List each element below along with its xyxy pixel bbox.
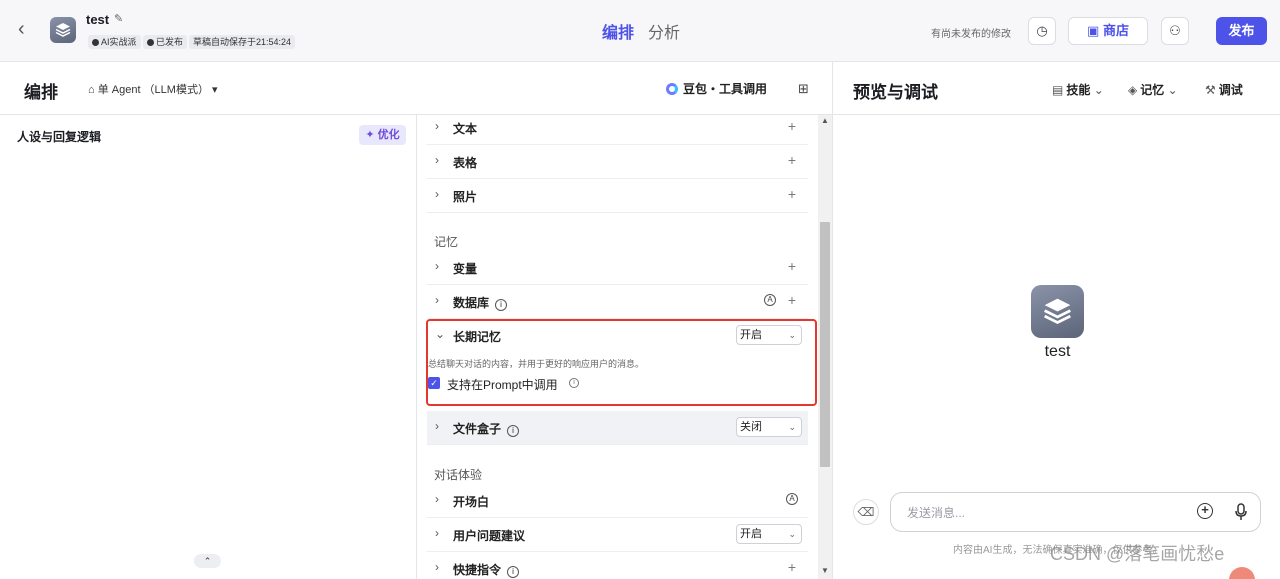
skill-label: 表格 <box>453 156 478 170</box>
skill-row-text[interactable]: › 文本 + <box>427 115 808 145</box>
chevron-right-icon: › <box>435 119 439 133</box>
clear-chat-icon[interactable]: ⌫ <box>853 499 879 525</box>
store-icon: ▣ <box>1087 23 1103 38</box>
skill-row-variables[interactable]: › 变量 + <box>427 251 808 285</box>
bot-avatar[interactable] <box>50 17 76 43</box>
sparkle-icon: ✦ <box>365 129 378 141</box>
preview-title: 预览与调试 <box>853 83 938 102</box>
preview-panel: 预览与调试 ▤技能 ⌄ ◈记忆 ⌄ ⚒调试 test ⌫ + 内容由AI生成，无… <box>832 62 1280 579</box>
bot-title: test <box>1044 343 1071 360</box>
store-button[interactable]: ▣ 商店 <box>1068 17 1148 45</box>
skills-icon: ▤ <box>1052 83 1064 97</box>
auto-icon[interactable]: A <box>764 294 776 306</box>
agent-icon: ⌂ <box>88 84 98 96</box>
skill-label: 文件盒子 i <box>453 420 520 437</box>
published-status-badge: 已发布 <box>143 35 188 49</box>
agent-mode-select[interactable]: ⌂ 单 Agent （LLM模式） ▾ <box>88 81 218 97</box>
grid-layout-icon[interactable]: ⊞ <box>798 81 809 97</box>
chevron-down-icon: ⌄ <box>1090 83 1104 97</box>
top-bar: ‹ test ✎ AI实战派 已发布 草稿自动保存于21:54:24 编排 分析… <box>0 0 1280 62</box>
caret-down-icon: ▾ <box>208 84 218 96</box>
tab-analysis[interactable]: 分析 <box>648 19 680 43</box>
filebox-toggle-select[interactable]: 关闭 ⌄ <box>736 417 802 437</box>
info-icon[interactable]: i <box>495 299 508 311</box>
skill-label: 变量 <box>453 262 478 276</box>
team-tag: AI实战派 <box>88 35 141 49</box>
chevron-right-icon: › <box>435 419 439 433</box>
chevron-down-icon: ⌄ <box>788 529 796 539</box>
plus-icon[interactable]: + <box>788 258 796 274</box>
scroll-down-arrow-icon[interactable]: ▼ <box>821 566 829 575</box>
preview-header: 预览与调试 ▤ 技能 ⌄ ◈ 记忆 ⌄ ⚒ 调试 <box>833 62 1280 115</box>
model-logo-icon <box>666 83 678 95</box>
info-icon[interactable]: i <box>507 566 520 578</box>
memory-section-title: 记忆 <box>434 235 459 249</box>
model-select[interactable]: 豆包・工具调用 <box>666 80 767 97</box>
suggest-toggle-select[interactable]: 开启 ⌄ <box>736 524 802 544</box>
message-input-box[interactable]: + <box>890 492 1261 532</box>
optimize-button[interactable]: ✦ 优化 <box>359 125 406 145</box>
debug-button[interactable]: ⚒ 调试 <box>1205 81 1243 98</box>
chevron-right-icon: › <box>435 560 439 574</box>
skill-label: 开场白 <box>453 495 490 509</box>
memory-icon: ◈ <box>1128 83 1138 97</box>
skill-row-table[interactable]: › 表格 + <box>427 145 808 179</box>
bot-large-avatar <box>1031 285 1084 338</box>
mascot-icon <box>1229 567 1255 579</box>
plus-icon[interactable]: + <box>788 292 796 308</box>
unpublished-hint: 有尚未发布的修改 <box>931 29 1011 40</box>
plus-icon[interactable]: + <box>788 118 796 134</box>
add-attachment-icon[interactable]: + <box>1197 503 1213 519</box>
bot-name: test <box>86 12 110 27</box>
info-icon[interactable]: i <box>507 425 520 437</box>
chevron-right-icon: › <box>435 293 439 307</box>
publish-button[interactable]: 发布 <box>1216 17 1267 45</box>
chevron-right-icon: › <box>435 187 439 201</box>
skills-panel: › 文本 + › 表格 + › 照片 + 记忆 › 变量 + › 数据库 i A … <box>417 115 832 579</box>
plus-icon[interactable]: + <box>788 559 796 575</box>
chat-section-title: 对话体验 <box>434 468 483 482</box>
chevron-right-icon: › <box>435 153 439 167</box>
tab-arrange[interactable]: 编排 <box>602 19 634 43</box>
skill-row-suggestions[interactable]: › 用户问题建议 开启 ⌄ <box>427 518 808 552</box>
back-arrow-icon[interactable]: ‹ <box>18 19 36 40</box>
edit-title: 编排 <box>24 83 58 102</box>
skill-row-opening[interactable]: › 开场白 A <box>427 484 808 518</box>
highlight-box <box>426 319 817 406</box>
collaborators-icon[interactable]: ⚇ <box>1161 17 1189 45</box>
memory-dropdown[interactable]: ◈ 记忆 ⌄ <box>1128 81 1181 98</box>
history-icon[interactable]: ◷ <box>1028 17 1056 45</box>
scroll-up-arrow-icon[interactable]: ▲ <box>821 116 829 125</box>
skill-label: 数据库 i <box>453 294 508 311</box>
persona-title: 人设与回复逻辑 <box>17 130 102 144</box>
skill-row-database[interactable]: › 数据库 i A + <box>427 285 808 319</box>
chevron-down-icon: ⌄ <box>788 422 796 432</box>
plus-icon[interactable]: + <box>788 186 796 202</box>
autosave-time: 草稿自动保存于21:54:24 <box>189 35 296 49</box>
microphone-icon[interactable] <box>1234 503 1248 521</box>
skill-label: 快捷指令 i <box>453 561 520 578</box>
skill-label: 用户问题建议 <box>453 529 526 543</box>
edit-header: 编排 ⌂ 单 Agent （LLM模式） ▾ 豆包・工具调用 ⊞ <box>0 62 832 115</box>
skill-row-shortcuts[interactable]: › 快捷指令 i + <box>427 552 808 579</box>
chevron-right-icon: › <box>435 492 439 506</box>
skill-row-filebox[interactable]: › 文件盒子 i 关闭 ⌄ <box>427 411 808 445</box>
skill-row-photo[interactable]: › 照片 + <box>427 179 808 213</box>
edit-pencil-icon[interactable]: ✎ <box>114 12 126 25</box>
chevron-down-icon: ⌄ <box>1164 83 1178 97</box>
skill-label: 文本 <box>453 122 478 136</box>
auto-icon[interactable]: A <box>786 493 798 505</box>
scrollbar-thumb[interactable] <box>820 222 830 467</box>
wrench-icon: ⚒ <box>1205 83 1216 97</box>
watermark: CSDN @落笔画忧愁e <box>1050 544 1225 564</box>
skill-label: 照片 <box>453 190 478 204</box>
chevron-right-icon: › <box>435 526 439 540</box>
plus-icon[interactable]: + <box>788 152 796 168</box>
chevron-right-icon: › <box>435 259 439 273</box>
collapse-chevron-icon[interactable]: ⌃ <box>194 554 221 568</box>
message-input[interactable] <box>907 503 1177 523</box>
skills-dropdown[interactable]: ▤ 技能 ⌄ <box>1052 81 1107 98</box>
